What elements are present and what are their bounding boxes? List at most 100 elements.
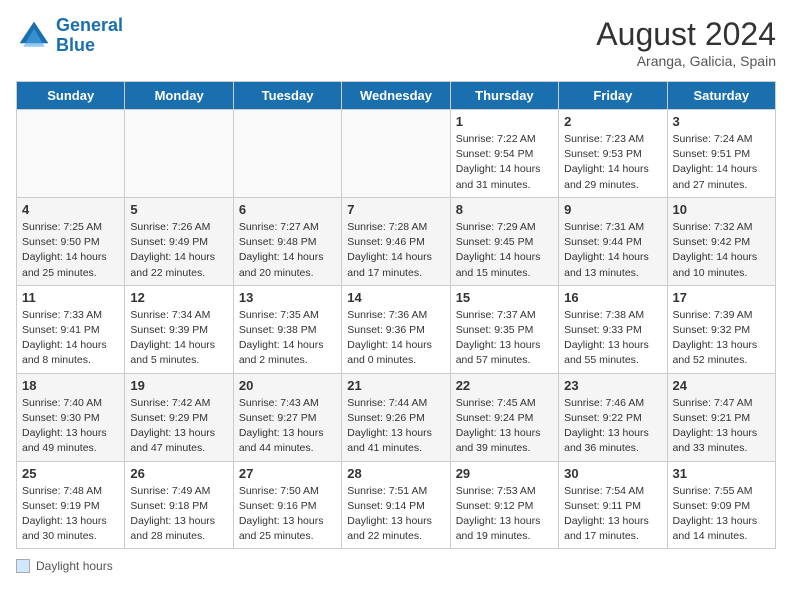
calendar-cell [233, 110, 341, 198]
calendar-cell: 19 Sunrise: 7:42 AM Sunset: 9:29 PM Dayli… [125, 373, 233, 461]
day-info: Sunrise: 7:37 AM Sunset: 9:35 PM Dayligh… [456, 308, 553, 369]
calendar-week-row: 4 Sunrise: 7:25 AM Sunset: 9:50 PM Daylig… [17, 197, 776, 285]
day-number: 28 [347, 466, 444, 481]
day-number: 6 [239, 202, 336, 217]
day-info: Sunrise: 7:35 AM Sunset: 9:38 PM Dayligh… [239, 308, 336, 369]
day-number: 2 [564, 114, 661, 129]
calendar-cell: 2 Sunrise: 7:23 AM Sunset: 9:53 PM Daylig… [559, 110, 667, 198]
day-info: Sunrise: 7:51 AM Sunset: 9:14 PM Dayligh… [347, 484, 444, 545]
day-number: 30 [564, 466, 661, 481]
day-info: Sunrise: 7:31 AM Sunset: 9:44 PM Dayligh… [564, 220, 661, 281]
calendar-cell: 11 Sunrise: 7:33 AM Sunset: 9:41 PM Dayli… [17, 285, 125, 373]
calendar-cell: 24 Sunrise: 7:47 AM Sunset: 9:21 PM Dayli… [667, 373, 775, 461]
calendar-cell: 25Sunrise: 7:48 AM Sunset: 9:19 PM Dayli… [17, 461, 125, 549]
logo: General Blue [16, 16, 123, 56]
day-info: Sunrise: 7:40 AM Sunset: 9:30 PM Dayligh… [22, 396, 119, 457]
calendar-cell: 26 Sunrise: 7:49 AM Sunset: 9:18 PM Dayli… [125, 461, 233, 549]
day-info: Sunrise: 7:32 AM Sunset: 9:42 PM Dayligh… [673, 220, 770, 281]
day-info: Sunrise: 7:47 AM Sunset: 9:21 PM Dayligh… [673, 396, 770, 457]
day-info: Sunrise: 7:25 AM Sunset: 9:50 PM Dayligh… [22, 220, 119, 281]
day-info: Sunrise: 7:42 AM Sunset: 9:29 PM Dayligh… [130, 396, 227, 457]
day-number: 4 [22, 202, 119, 217]
calendar-cell [125, 110, 233, 198]
day-info: Sunrise: 7:49 AM Sunset: 9:18 PM Dayligh… [130, 484, 227, 545]
legend-box [16, 559, 30, 573]
calendar-day-header: Saturday [667, 82, 775, 110]
location: Aranga, Galicia, Spain [596, 53, 776, 69]
day-number: 10 [673, 202, 770, 217]
calendar-day-header: Thursday [450, 82, 558, 110]
day-number: 9 [564, 202, 661, 217]
legend-label: Daylight hours [36, 559, 113, 573]
day-number: 8 [456, 202, 553, 217]
calendar-cell [342, 110, 450, 198]
day-number: 26 [130, 466, 227, 481]
day-number: 15 [456, 290, 553, 305]
day-info: Sunrise: 7:29 AM Sunset: 9:45 PM Dayligh… [456, 220, 553, 281]
calendar-week-row: 18Sunrise: 7:40 AM Sunset: 9:30 PM Dayli… [17, 373, 776, 461]
day-info: Sunrise: 7:27 AM Sunset: 9:48 PM Dayligh… [239, 220, 336, 281]
day-number: 14 [347, 290, 444, 305]
day-info: Sunrise: 7:55 AM Sunset: 9:09 PM Dayligh… [673, 484, 770, 545]
day-info: Sunrise: 7:33 AM Sunset: 9:41 PM Dayligh… [22, 308, 119, 369]
day-info: Sunrise: 7:24 AM Sunset: 9:51 PM Dayligh… [673, 132, 770, 193]
day-info: Sunrise: 7:44 AM Sunset: 9:26 PM Dayligh… [347, 396, 444, 457]
day-info: Sunrise: 7:53 AM Sunset: 9:12 PM Dayligh… [456, 484, 553, 545]
day-number: 29 [456, 466, 553, 481]
logo-blue: Blue [56, 35, 95, 55]
day-info: Sunrise: 7:43 AM Sunset: 9:27 PM Dayligh… [239, 396, 336, 457]
calendar-cell: 22Sunrise: 7:45 AM Sunset: 9:24 PM Dayli… [450, 373, 558, 461]
calendar-day-header: Friday [559, 82, 667, 110]
day-number: 1 [456, 114, 553, 129]
day-info: Sunrise: 7:28 AM Sunset: 9:46 PM Dayligh… [347, 220, 444, 281]
day-number: 12 [130, 290, 227, 305]
calendar-cell: 12Sunrise: 7:34 AM Sunset: 9:39 PM Dayli… [125, 285, 233, 373]
calendar-cell: 29 Sunrise: 7:53 AM Sunset: 9:12 PM Dayli… [450, 461, 558, 549]
day-number: 13 [239, 290, 336, 305]
day-info: Sunrise: 7:39 AM Sunset: 9:32 PM Dayligh… [673, 308, 770, 369]
day-number: 24 [673, 378, 770, 393]
calendar-cell: 6 Sunrise: 7:27 AM Sunset: 9:48 PM Daylig… [233, 197, 341, 285]
day-number: 5 [130, 202, 227, 217]
logo-icon [16, 18, 52, 54]
day-number: 27 [239, 466, 336, 481]
calendar-cell: 3 Sunrise: 7:24 AM Sunset: 9:51 PM Daylig… [667, 110, 775, 198]
calendar-cell [17, 110, 125, 198]
day-number: 7 [347, 202, 444, 217]
day-number: 3 [673, 114, 770, 129]
day-info: Sunrise: 7:54 AM Sunset: 9:11 PM Dayligh… [564, 484, 661, 545]
day-number: 31 [673, 466, 770, 481]
calendar-day-header: Monday [125, 82, 233, 110]
day-info: Sunrise: 7:26 AM Sunset: 9:49 PM Dayligh… [130, 220, 227, 281]
calendar-cell: 27 Sunrise: 7:50 AM Sunset: 9:16 PM Dayli… [233, 461, 341, 549]
logo-general: General [56, 15, 123, 35]
calendar-cell: 15 Sunrise: 7:37 AM Sunset: 9:35 PM Dayli… [450, 285, 558, 373]
calendar-cell: 8 Sunrise: 7:29 AM Sunset: 9:45 PM Daylig… [450, 197, 558, 285]
calendar-cell: 20 Sunrise: 7:43 AM Sunset: 9:27 PM Dayli… [233, 373, 341, 461]
calendar-cell: 18Sunrise: 7:40 AM Sunset: 9:30 PM Dayli… [17, 373, 125, 461]
calendar-cell: 4 Sunrise: 7:25 AM Sunset: 9:50 PM Daylig… [17, 197, 125, 285]
calendar-week-row: 11 Sunrise: 7:33 AM Sunset: 9:41 PM Dayli… [17, 285, 776, 373]
day-info: Sunrise: 7:38 AM Sunset: 9:33 PM Dayligh… [564, 308, 661, 369]
title-block: August 2024 Aranga, Galicia, Spain [596, 16, 776, 69]
calendar-cell: 1Sunrise: 7:22 AM Sunset: 9:54 PM Daylig… [450, 110, 558, 198]
calendar-cell: 30 Sunrise: 7:54 AM Sunset: 9:11 PM Dayli… [559, 461, 667, 549]
calendar-cell: 9 Sunrise: 7:31 AM Sunset: 9:44 PM Daylig… [559, 197, 667, 285]
day-info: Sunrise: 7:46 AM Sunset: 9:22 PM Dayligh… [564, 396, 661, 457]
calendar-cell: 16Sunrise: 7:38 AM Sunset: 9:33 PM Dayli… [559, 285, 667, 373]
day-info: Sunrise: 7:23 AM Sunset: 9:53 PM Dayligh… [564, 132, 661, 193]
calendar-day-header: Wednesday [342, 82, 450, 110]
day-info: Sunrise: 7:50 AM Sunset: 9:16 PM Dayligh… [239, 484, 336, 545]
day-number: 22 [456, 378, 553, 393]
day-number: 11 [22, 290, 119, 305]
day-number: 25 [22, 466, 119, 481]
calendar-cell: 13 Sunrise: 7:35 AM Sunset: 9:38 PM Dayli… [233, 285, 341, 373]
day-number: 20 [239, 378, 336, 393]
day-number: 19 [130, 378, 227, 393]
calendar-day-header: Sunday [17, 82, 125, 110]
calendar-cell: 28 Sunrise: 7:51 AM Sunset: 9:14 PM Dayli… [342, 461, 450, 549]
day-number: 23 [564, 378, 661, 393]
calendar-cell: 23 Sunrise: 7:46 AM Sunset: 9:22 PM Dayli… [559, 373, 667, 461]
calendar-cell: 7 Sunrise: 7:28 AM Sunset: 9:46 PM Daylig… [342, 197, 450, 285]
calendar-table: SundayMondayTuesdayWednesdayThursdayFrid… [16, 81, 776, 549]
